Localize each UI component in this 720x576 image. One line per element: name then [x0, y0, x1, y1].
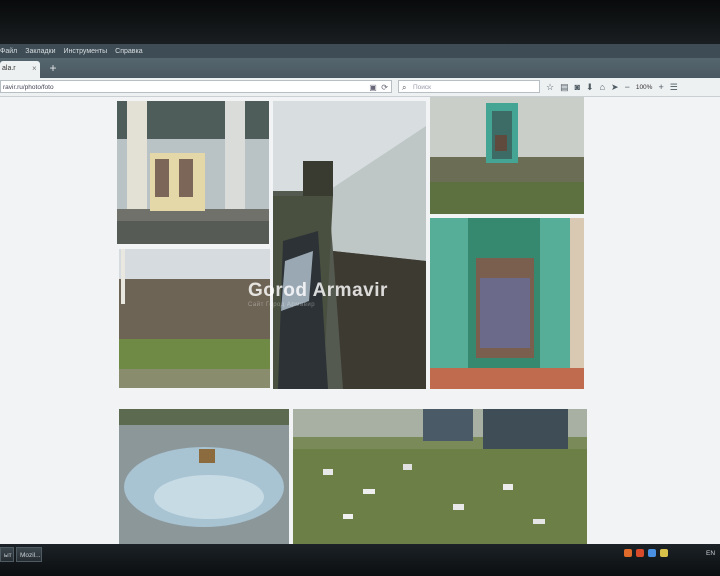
watermark: Gorod Armavir Сайт Город Армавир	[248, 280, 388, 308]
zoom-level[interactable]: 100%	[636, 84, 653, 91]
watermark-text: Gorod Armavir	[248, 280, 388, 301]
photo-shrubs-image	[119, 249, 270, 388]
photo-gallery-page: Gorod Armavir Сайт Город Армавир	[0, 97, 720, 544]
bookmarks-list-icon[interactable]: ▤	[560, 82, 569, 93]
close-icon[interactable]: ×	[32, 61, 37, 77]
taskbar-item-1[interactable]: ыт	[0, 547, 14, 562]
watermark-subtitle: Сайт Город Армавир	[248, 302, 316, 308]
navigation-bar: ravir.ru/photo/foto ▣ ⟳ ⌕ Поиск ☆ ▤ ◙ ⬇ …	[0, 78, 720, 97]
tray-firefox-icon[interactable]	[624, 549, 632, 557]
language-indicator[interactable]: EN	[706, 550, 715, 557]
menu-bar: Файл Закладки Инструменты Справка	[0, 44, 720, 58]
address-url: ravir.ru/photo/foto	[3, 84, 54, 91]
toolbar-icons: ☆ ▤ ◙ ⬇ ⌂ ➤ − 100% + ☰	[546, 80, 678, 94]
zoom-out-icon[interactable]: −	[625, 82, 630, 92]
new-tab-button[interactable]: +	[46, 62, 60, 75]
gallery-photo-shrubs[interactable]	[119, 249, 270, 388]
zoom-in-icon[interactable]: +	[658, 82, 663, 92]
menu-item-help[interactable]: Справка	[115, 48, 142, 55]
gallery-photo-booth-outside[interactable]	[430, 97, 584, 214]
taskbar: ыт Mozil... EN	[0, 544, 720, 576]
tray-folder-icon[interactable]	[660, 549, 668, 557]
tab-label: ala.r	[2, 65, 16, 72]
menu-icon[interactable]: ☰	[670, 82, 678, 93]
taskbar-item-firefox[interactable]: Mozil...	[16, 547, 42, 562]
pocket-icon[interactable]: ◙	[575, 82, 580, 92]
tray-app-icon[interactable]	[636, 549, 644, 557]
search-icon: ⌕	[402, 83, 407, 92]
search-placeholder: Поиск	[413, 84, 432, 91]
gallery-photo-bus-stop[interactable]	[117, 101, 269, 244]
reload-icon[interactable]: ▣ ⟳	[369, 81, 388, 94]
system-tray	[624, 549, 668, 557]
gallery-photo-puddle[interactable]	[119, 409, 289, 544]
share-icon[interactable]: ➤	[611, 82, 619, 93]
photo-bus-stop-image	[117, 101, 269, 244]
search-input[interactable]: ⌕ Поиск	[398, 80, 540, 93]
browser-window: Файл Закладки Инструменты Справка ala.r …	[0, 44, 720, 544]
tray-network-icon[interactable]	[648, 549, 656, 557]
gallery-photo-booth-inside[interactable]	[430, 218, 584, 389]
gallery-photo-ditch[interactable]	[273, 101, 426, 389]
download-icon[interactable]: ⬇	[586, 82, 594, 93]
menu-item-bookmarks[interactable]: Закладки	[25, 48, 55, 55]
tab-strip: ala.r × +	[0, 58, 720, 78]
photo-ditch-image	[273, 101, 426, 389]
photo-booth-outside-image	[430, 97, 584, 214]
photo-litter-image	[293, 409, 587, 544]
photo-puddle-image	[119, 409, 289, 544]
gallery-photo-litter[interactable]	[293, 409, 587, 544]
photo-booth-inside-image	[430, 218, 584, 389]
menu-item-tools[interactable]: Инструменты	[64, 48, 108, 55]
tab-active[interactable]: ala.r ×	[0, 61, 40, 78]
bookmark-star-icon[interactable]: ☆	[546, 82, 554, 93]
monitor-bezel	[0, 0, 720, 44]
menu-item-file[interactable]: Файл	[0, 48, 17, 55]
home-icon[interactable]: ⌂	[600, 82, 605, 92]
address-bar[interactable]: ravir.ru/photo/foto ▣ ⟳	[0, 80, 392, 93]
